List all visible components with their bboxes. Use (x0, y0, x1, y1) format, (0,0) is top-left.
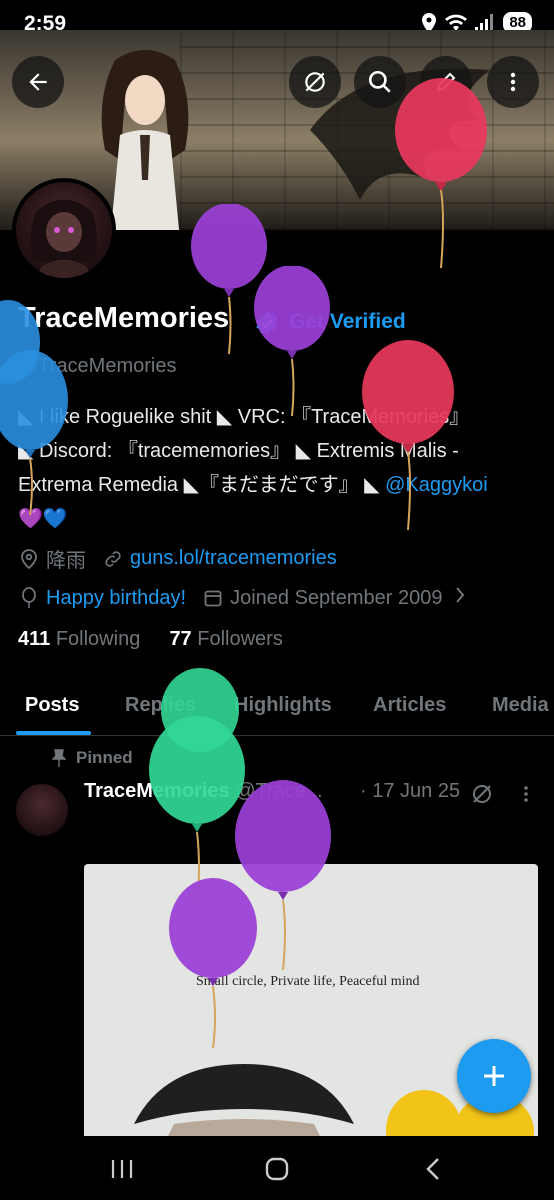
follow-stats: 411 Following 77 Followers (18, 628, 283, 651)
active-tab-indicator (16, 731, 91, 735)
grok-button[interactable] (289, 56, 341, 108)
balloon-purple (254, 266, 330, 416)
bio-line: ◣ Discord: 『tracememories』 ◣ Extremis Ma… (18, 440, 459, 462)
tab-articles[interactable]: Articles (373, 694, 446, 717)
signal-icon (475, 13, 494, 32)
link-icon (102, 548, 124, 570)
balloon-red (362, 340, 454, 530)
profile-meta-row: 降雨 guns.lol/tracememories (18, 544, 337, 573)
balloon-blue (0, 350, 68, 516)
profile-tabs: Posts Replies Highlights Articles Media (0, 680, 554, 736)
more-vertical-icon (510, 72, 516, 92)
post-date: · 17 Jun 25 (360, 780, 461, 802)
post-more-icon[interactable] (516, 784, 536, 804)
grok-icon (305, 72, 325, 92)
profile-website-link[interactable]: guns.lol/tracememories (130, 547, 337, 570)
system-navigation-bar (0, 1136, 554, 1200)
recent-apps-icon[interactable] (110, 1158, 134, 1180)
balloon-red (395, 78, 487, 268)
plus-icon (484, 1066, 504, 1086)
balloon-purple (169, 878, 257, 1048)
profile-location: 降雨 (46, 550, 86, 572)
pin-icon (52, 749, 66, 767)
profile-meta-row: Happy birthday! Joined September 2009 (18, 586, 466, 610)
following-link[interactable]: 411 Following (18, 628, 140, 650)
tab-posts[interactable]: Posts (25, 694, 79, 717)
arrow-left-icon (29, 73, 47, 91)
more-options-button[interactable] (487, 56, 539, 108)
birthday-link[interactable]: Happy birthday! (46, 587, 186, 610)
followers-link[interactable]: 77 Followers (169, 628, 282, 650)
back-nav-icon[interactable] (424, 1157, 442, 1181)
balloon-icon (18, 587, 40, 609)
compose-post-button[interactable] (457, 1039, 531, 1113)
home-icon[interactable] (264, 1156, 290, 1182)
grok-icon[interactable] (470, 782, 494, 806)
image-person-art (134, 1064, 354, 1140)
profile-joined-date: Joined September 2009 (230, 586, 443, 609)
back-button[interactable] (12, 56, 64, 108)
tab-highlights[interactable]: Highlights (234, 694, 332, 717)
avatar-art (30, 199, 98, 278)
pinned-label: Pinned (52, 748, 133, 768)
chevron-right-icon[interactable] (454, 586, 466, 610)
profile-avatar[interactable] (12, 178, 116, 282)
profile-bio: ◣ I like Roguelike shit ◣ VRC: 『TraceMem… (18, 400, 538, 536)
post-author-avatar[interactable] (16, 784, 68, 836)
search-icon (368, 70, 391, 93)
calendar-icon (202, 587, 224, 609)
tab-media[interactable]: Media (492, 694, 549, 717)
bio-line: 💜💙 (18, 508, 68, 530)
location-pin-icon (18, 548, 40, 570)
wifi-icon (445, 14, 468, 31)
